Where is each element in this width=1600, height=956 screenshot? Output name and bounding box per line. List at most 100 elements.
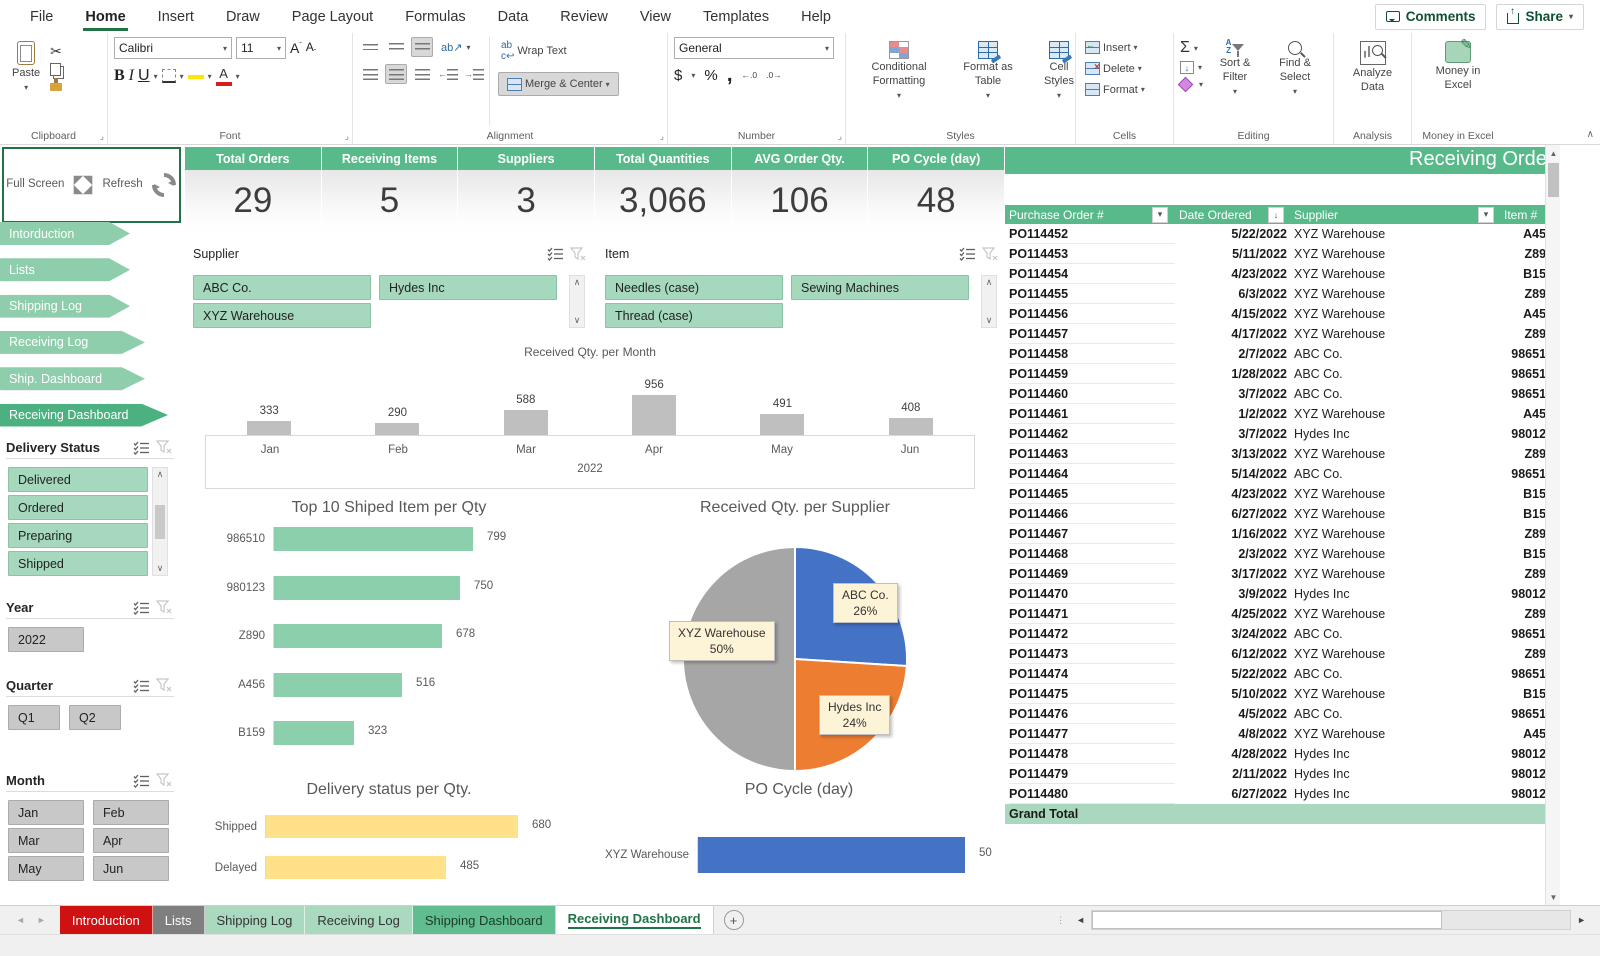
menu-tab-page-layout[interactable]: Page Layout bbox=[276, 0, 389, 33]
slicer-item-preparing[interactable]: Preparing bbox=[8, 523, 148, 548]
menu-tab-insert[interactable]: Insert bbox=[142, 0, 210, 33]
collapse-ribbon-button[interactable]: ∧ bbox=[1587, 129, 1594, 140]
sheet-tab-receiving-dashboard[interactable]: Receiving Dashboard bbox=[556, 906, 714, 934]
prev-sheet-arrow[interactable]: ◄ bbox=[16, 915, 25, 925]
menu-tab-data[interactable]: Data bbox=[482, 0, 545, 33]
font-color-more-icon[interactable]: ▾ bbox=[236, 72, 240, 81]
format-cells-button[interactable]: Format▾ bbox=[1082, 82, 1148, 97]
next-sheet-arrow[interactable]: ► bbox=[37, 915, 46, 925]
decrease-indent-button[interactable]: ← bbox=[437, 64, 459, 84]
scroll-up-arrow[interactable]: ▲ bbox=[1546, 145, 1561, 161]
slicer-item-apr[interactable]: Apr bbox=[93, 828, 169, 853]
clear-button[interactable] bbox=[1178, 77, 1194, 93]
middle-align-button[interactable] bbox=[385, 37, 407, 57]
sidebar-nav-ship-dashboard[interactable]: Ship. Dashboard bbox=[0, 367, 145, 390]
multi-select-icon[interactable] bbox=[133, 774, 150, 788]
font-name-select[interactable]: Calibri▾ bbox=[114, 37, 232, 59]
full-screen-button[interactable]: Full Screen bbox=[6, 178, 64, 192]
copy-button[interactable] bbox=[50, 63, 61, 76]
slicer-item-2022[interactable]: 2022 bbox=[8, 627, 84, 652]
slicer-item-hydes-inc[interactable]: Hydes Inc bbox=[379, 275, 557, 300]
fill-button[interactable]: ↓ bbox=[1180, 61, 1194, 74]
menu-tab-draw[interactable]: Draw bbox=[210, 0, 276, 33]
align-left-button[interactable] bbox=[359, 64, 381, 84]
decrease-decimal-button[interactable]: .0→ bbox=[766, 71, 782, 80]
slicer-scrollbar[interactable]: ∧∨ bbox=[981, 275, 997, 328]
hscroll-right-arrow[interactable]: ► bbox=[1571, 915, 1592, 925]
cut-button[interactable]: ✂ bbox=[50, 43, 62, 60]
format-painter-button[interactable] bbox=[50, 83, 62, 91]
chart-top10-shipped-item[interactable]: Top 10 Shiped Item per Qty 9865107999801… bbox=[195, 497, 583, 773]
sidebar-nav-intorduction[interactable]: Intorduction bbox=[0, 222, 130, 245]
sheet-tab-lists[interactable]: Lists bbox=[153, 906, 205, 934]
wrap-text-button[interactable]: abc↩ Wrap Text bbox=[498, 39, 619, 63]
scroll-up-icon[interactable]: ∧ bbox=[574, 277, 581, 288]
full-screen-icon[interactable] bbox=[72, 174, 94, 196]
slicer-item-jan[interactable]: Jan bbox=[8, 800, 84, 825]
filter-dropdown-icon[interactable]: ▾ bbox=[1152, 207, 1168, 223]
slicer-item-abc-co-[interactable]: ABC Co. bbox=[193, 275, 371, 300]
insert-cells-button[interactable]: Insert▾ bbox=[1082, 40, 1148, 55]
scroll-up-icon[interactable]: ∧ bbox=[157, 469, 164, 480]
menu-tab-file[interactable]: File bbox=[14, 0, 69, 33]
fill-color-more-icon[interactable]: ▾ bbox=[208, 72, 212, 81]
tab-splitter-handle[interactable]: ⋮ bbox=[1056, 906, 1066, 934]
paste-button[interactable]: Paste ▾ bbox=[6, 37, 46, 126]
menu-tab-formulas[interactable]: Formulas bbox=[389, 0, 481, 33]
money-in-excel-button[interactable]: Money in Excel bbox=[1426, 37, 1490, 126]
slicer-item-q2[interactable]: Q2 bbox=[69, 705, 121, 730]
slicer-scrollbar[interactable]: ∧∨ bbox=[152, 467, 168, 576]
multi-select-icon[interactable] bbox=[547, 247, 564, 261]
dialog-launcher-icon[interactable]: ⌟ bbox=[345, 131, 349, 142]
number-format-select[interactable]: General▾ bbox=[674, 37, 834, 59]
menu-tab-home[interactable]: Home bbox=[69, 0, 141, 33]
scroll-down-icon[interactable]: ∨ bbox=[157, 563, 164, 574]
autosum-button[interactable]: Σ bbox=[1180, 40, 1190, 56]
hscroll-left-arrow[interactable]: ◄ bbox=[1070, 915, 1091, 925]
dialog-launcher-icon[interactable]: ⌟ bbox=[660, 131, 664, 142]
merge-center-button[interactable]: Merge & Center ▾ bbox=[498, 72, 619, 96]
sidebar-nav-receiving-log[interactable]: Receiving Log bbox=[0, 331, 145, 354]
align-center-button[interactable] bbox=[385, 64, 407, 84]
dialog-launcher-icon[interactable]: ⌟ bbox=[838, 131, 842, 142]
menu-tab-templates[interactable]: Templates bbox=[687, 0, 785, 33]
vertical-scrollbar[interactable]: ▲ ▼ bbox=[1545, 145, 1560, 905]
orientation-button[interactable]: ab↗ bbox=[441, 41, 462, 54]
sheet-tab-shipping-dashboard[interactable]: Shipping Dashboard bbox=[413, 906, 556, 934]
sidebar-nav-shipping-log[interactable]: Shipping Log bbox=[0, 295, 130, 318]
menu-tab-help[interactable]: Help bbox=[785, 0, 847, 33]
top-align-button[interactable] bbox=[359, 37, 381, 57]
orientation-more-icon[interactable]: ▾ bbox=[466, 43, 470, 52]
sort-descending-icon[interactable]: ↓ bbox=[1268, 207, 1284, 223]
scroll-down-icon[interactable]: ∨ bbox=[986, 315, 993, 326]
font-color-button[interactable]: A bbox=[216, 66, 232, 86]
slicer-item-shipped[interactable]: Shipped bbox=[8, 551, 148, 576]
vertical-scroll-thumb[interactable] bbox=[1548, 163, 1559, 197]
hscroll-track[interactable] bbox=[1091, 910, 1571, 930]
delete-cells-button[interactable]: Delete▾ bbox=[1082, 61, 1148, 76]
slicer-item-delivered[interactable]: Delivered bbox=[8, 467, 148, 492]
scroll-up-icon[interactable]: ∧ bbox=[986, 277, 993, 288]
multi-select-icon[interactable] bbox=[133, 679, 150, 693]
find-select-button[interactable]: Find & Select ▾ bbox=[1267, 37, 1323, 126]
multi-select-icon[interactable] bbox=[133, 601, 150, 615]
sidebar-nav-receiving-dashboard[interactable]: Receiving Dashboard bbox=[0, 404, 168, 427]
conditional-formatting-button[interactable]: Conditional Formatting ▾ bbox=[852, 37, 946, 126]
currency-more-icon[interactable]: ▾ bbox=[691, 71, 695, 80]
chart-received-qty-per-supplier[interactable]: Received Qty. per Supplier ABC Co.26%Hyd… bbox=[605, 497, 985, 773]
scroll-thumb[interactable] bbox=[155, 505, 165, 539]
scroll-down-icon[interactable]: ∨ bbox=[574, 315, 581, 326]
slicer-item-q1[interactable]: Q1 bbox=[8, 705, 60, 730]
menu-tab-review[interactable]: Review bbox=[544, 0, 624, 33]
bold-button[interactable]: B bbox=[114, 67, 125, 85]
multi-select-icon[interactable] bbox=[959, 247, 976, 261]
format-as-table-button[interactable]: Format as Table ▾ bbox=[950, 37, 1026, 126]
clear-filter-icon[interactable] bbox=[156, 600, 172, 615]
slicer-item-needles-case-[interactable]: Needles (case) bbox=[605, 275, 783, 300]
share-button[interactable]: Share ▾ bbox=[1496, 4, 1584, 30]
slicer-item-sewing-machines[interactable]: Sewing Machines bbox=[791, 275, 969, 300]
analyze-data-button[interactable]: Analyze Data bbox=[1343, 37, 1403, 126]
slicer-scrollbar[interactable]: ∧∨ bbox=[569, 275, 585, 328]
increase-decimal-button[interactable]: ←.0 bbox=[742, 71, 758, 80]
borders-button[interactable] bbox=[162, 69, 176, 83]
